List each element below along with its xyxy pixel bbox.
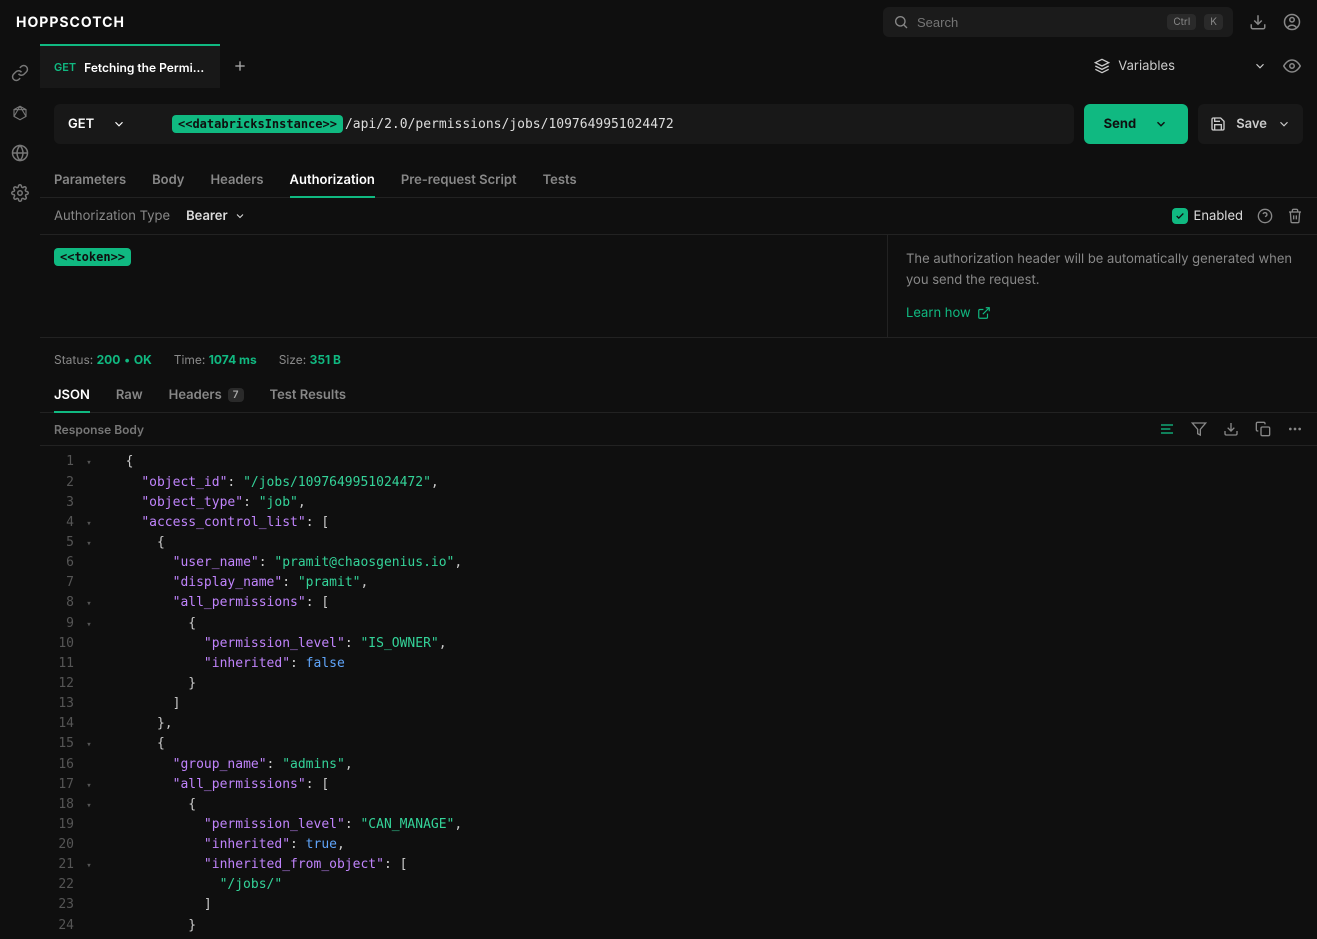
external-link-icon [977, 306, 991, 320]
method-select[interactable]: GET [54, 104, 164, 144]
tab-body[interactable]: Body [152, 172, 184, 198]
wrap-lines-icon[interactable] [1159, 421, 1175, 437]
size-block: Size: 351 B [279, 352, 341, 367]
auth-type-value: Bearer [186, 208, 228, 224]
rail-graphql-icon[interactable] [11, 104, 29, 122]
tab-title: Fetching the Permi... [84, 60, 204, 75]
method-label: GET [68, 116, 94, 132]
copy-response-icon[interactable] [1255, 421, 1271, 437]
tab-parameters[interactable]: Parameters [54, 172, 126, 198]
url-input[interactable]: <<databricksInstance>> /api/2.0/permissi… [164, 104, 1074, 144]
chevron-down-icon [112, 117, 126, 131]
auth-type-select[interactable]: Bearer [186, 208, 246, 224]
response-body-label: Response Body [54, 422, 144, 437]
save-label: Save [1236, 116, 1267, 132]
tab-headers[interactable]: Headers [210, 172, 263, 198]
chevron-down-icon [1154, 117, 1168, 131]
send-label: Send [1104, 116, 1137, 132]
download-icon[interactable] [1249, 13, 1267, 31]
rail-settings-icon[interactable] [11, 184, 29, 202]
chevron-down-icon [234, 210, 246, 222]
chevron-down-icon [1253, 59, 1267, 73]
more-icon[interactable] [1287, 421, 1303, 437]
resp-tab-headers[interactable]: Headers 7 [169, 387, 244, 413]
check-icon [1172, 208, 1188, 224]
search-box[interactable]: Ctrl K [883, 7, 1233, 37]
kbd-ctrl: Ctrl [1167, 14, 1196, 30]
status-block: Status: 200 • OK [54, 352, 152, 367]
auth-hint-text: The authorization header will be automat… [906, 249, 1299, 291]
time-block: Time: 1074 ms [174, 352, 257, 367]
url-path: /api/2.0/permissions/jobs/10976499510244… [345, 117, 674, 132]
save-button[interactable]: Save [1198, 104, 1303, 144]
request-tab[interactable]: GET Fetching the Permi... [40, 44, 220, 88]
app-logo: HOPPSCOTCH [16, 14, 125, 31]
tab-authorization[interactable]: Authorization [290, 172, 375, 198]
learn-how-label: Learn how [906, 303, 971, 324]
enabled-label: Enabled [1194, 208, 1243, 224]
rail-globe-icon[interactable] [11, 144, 29, 162]
url-variable-chip: <<databricksInstance>> [172, 115, 343, 133]
resp-tab-test-results[interactable]: Test Results [270, 387, 347, 413]
filter-icon[interactable] [1191, 421, 1207, 437]
tab-tests[interactable]: Tests [543, 172, 577, 198]
variables-button[interactable]: Variables [1094, 58, 1267, 74]
learn-how-link[interactable]: Learn how [906, 303, 991, 324]
token-chip: <<token>> [54, 248, 131, 266]
auth-type-label: Authorization Type [54, 208, 170, 224]
search-icon [893, 14, 909, 30]
resp-tab-raw[interactable]: Raw [116, 387, 143, 413]
eye-icon[interactable] [1283, 57, 1301, 75]
tab-method: GET [54, 60, 76, 74]
send-button[interactable]: Send [1084, 104, 1189, 144]
rail-link-icon[interactable] [11, 64, 29, 82]
add-tab-button[interactable] [220, 44, 260, 88]
resp-tab-json[interactable]: JSON [54, 387, 90, 413]
chevron-down-icon [1277, 117, 1291, 131]
user-icon[interactable] [1283, 13, 1301, 31]
trash-icon[interactable] [1287, 208, 1303, 224]
download-response-icon[interactable] [1223, 421, 1239, 437]
layers-icon [1094, 58, 1110, 74]
help-icon[interactable] [1257, 208, 1273, 224]
tab-prerequest[interactable]: Pre-request Script [401, 172, 517, 198]
token-input[interactable]: <<token>> [40, 235, 887, 337]
auth-enabled-toggle[interactable]: Enabled [1172, 208, 1243, 224]
variables-label: Variables [1118, 58, 1175, 74]
response-json-viewer[interactable]: 1▾ {2 "object_id": "/jobs/10976499510244… [40, 446, 1317, 939]
headers-count-badge: 7 [228, 388, 244, 402]
kbd-k: K [1204, 14, 1223, 30]
save-icon [1210, 116, 1226, 132]
search-input[interactable] [917, 15, 1159, 30]
